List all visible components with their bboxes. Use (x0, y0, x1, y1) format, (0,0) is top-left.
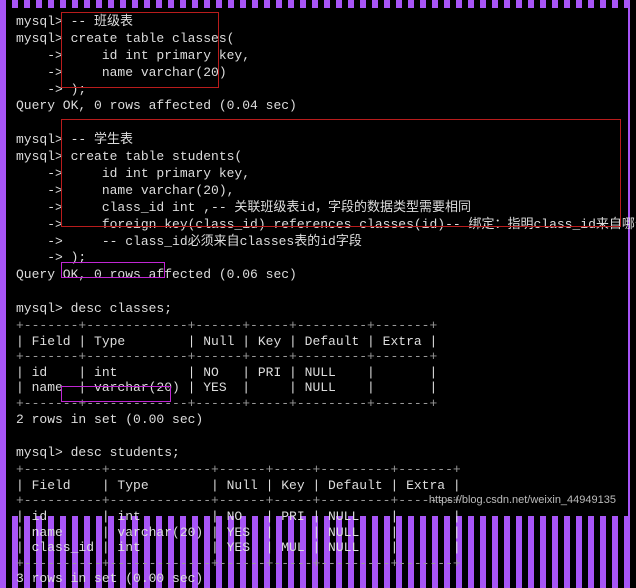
table-header: | Field | Type | Null | Key | Default | … (16, 478, 620, 494)
blank-line (16, 428, 620, 445)
watermark-text: https://blog.csdn.net/weixin_44949135 (429, 494, 616, 506)
table-row: | name | varchar(20) | YES | | NULL | | (16, 525, 620, 541)
table-border: +----------+-------------+------+-----+-… (16, 462, 620, 478)
table-border: +----------+-------------+------+-----+-… (16, 556, 620, 572)
sql-line: -> -- class_id必须来自classes表的id字段 (16, 234, 620, 251)
highlight-box-classes (61, 12, 219, 88)
blank-line (16, 284, 620, 301)
table-border: +-------+-------------+------+-----+----… (16, 349, 620, 365)
query-result: Query OK, 0 rows affected (0.04 sec) (16, 98, 620, 115)
highlight-box-students (61, 119, 621, 227)
highlight-box-desc-classes (61, 262, 165, 278)
sql-command: mysql> desc classes; (16, 301, 620, 318)
query-result: 3 rows in set (0.00 sec) (16, 571, 620, 588)
table-border: +-------+-------------+------+-----+----… (16, 318, 620, 334)
sql-command: mysql> desc students; (16, 445, 620, 462)
table-row: | class_id | int | YES | MUL | NULL | | (16, 540, 620, 556)
table-row: | id | int | NO | PRI | NULL | | (16, 365, 620, 381)
mysql-terminal: mysql> -- 班级表 mysql> create table classe… (8, 8, 628, 516)
query-result: 2 rows in set (0.00 sec) (16, 412, 620, 429)
table-header: | Field | Type | Null | Key | Default | … (16, 334, 620, 350)
highlight-box-desc-students (61, 386, 171, 402)
table-row: | id | int | NO | PRI | NULL | | (16, 509, 620, 525)
